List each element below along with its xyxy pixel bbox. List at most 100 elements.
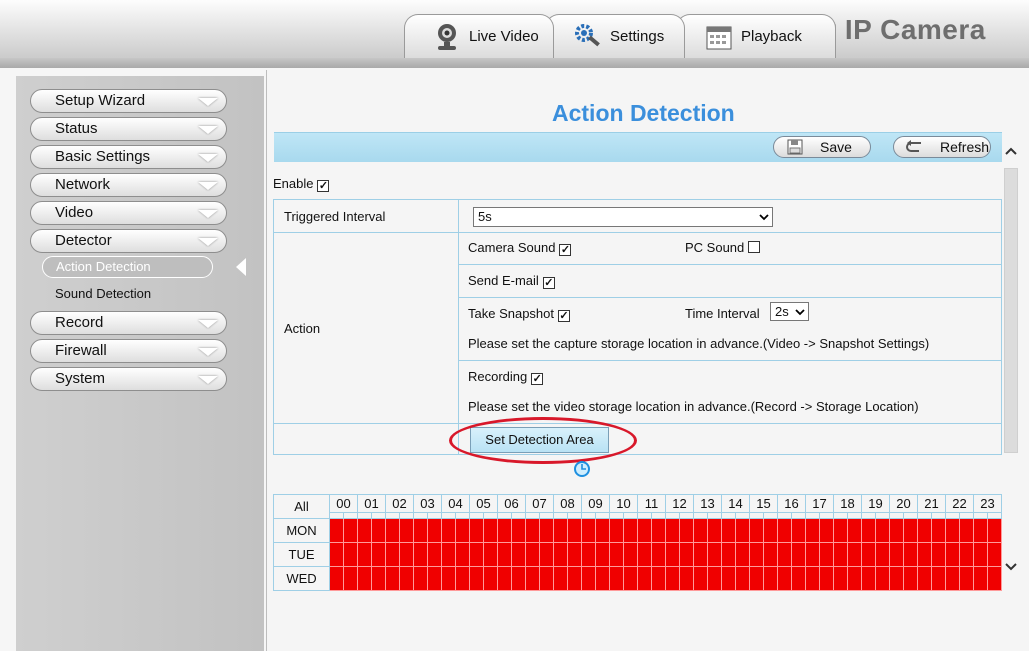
schedule-hour-header[interactable]: 13 xyxy=(693,494,722,513)
schedule-cell[interactable] xyxy=(903,566,918,591)
schedule-cell[interactable] xyxy=(707,518,722,543)
schedule-cell[interactable] xyxy=(777,518,792,543)
schedule-cell[interactable] xyxy=(889,518,904,543)
schedule-cell[interactable] xyxy=(413,566,428,591)
schedule-cell[interactable] xyxy=(665,518,680,543)
sidebar-item-video[interactable]: Video xyxy=(30,201,227,225)
schedule-cell[interactable] xyxy=(721,566,736,591)
tab-settings[interactable]: Settings xyxy=(545,14,685,58)
schedule-cell[interactable] xyxy=(651,566,666,591)
schedule-cell[interactable] xyxy=(973,566,988,591)
schedule-hour-header[interactable]: 11 xyxy=(637,494,666,513)
schedule-cell[interactable] xyxy=(497,518,512,543)
schedule-cell[interactable] xyxy=(329,566,344,591)
schedule-cell[interactable] xyxy=(987,566,1002,591)
schedule-cell[interactable] xyxy=(455,518,470,543)
schedule-cell[interactable] xyxy=(665,542,680,567)
schedule-cell[interactable] xyxy=(805,566,820,591)
schedule-cell[interactable] xyxy=(651,518,666,543)
schedule-cell[interactable] xyxy=(945,518,960,543)
tab-live-video[interactable]: Live Video xyxy=(404,14,554,58)
schedule-cell[interactable] xyxy=(469,518,484,543)
schedule-cell[interactable] xyxy=(581,518,596,543)
schedule-cell[interactable] xyxy=(595,518,610,543)
schedule-cell[interactable] xyxy=(385,566,400,591)
sidebar-item-network[interactable]: Network xyxy=(30,173,227,197)
schedule-cell[interactable] xyxy=(343,542,358,567)
schedule-cell[interactable] xyxy=(679,566,694,591)
schedule-cell[interactable] xyxy=(497,542,512,567)
schedule-cell[interactable] xyxy=(441,518,456,543)
schedule-cell[interactable] xyxy=(847,542,862,567)
schedule-cell[interactable] xyxy=(525,542,540,567)
scrollbar[interactable] xyxy=(1003,134,1019,588)
schedule-cell[interactable] xyxy=(693,566,708,591)
schedule-cell[interactable] xyxy=(581,566,596,591)
schedule-day-label[interactable]: MON xyxy=(273,518,330,543)
enable-checkbox[interactable]: ✓ xyxy=(317,180,330,192)
send-email-checkbox[interactable]: ✓ xyxy=(542,277,555,289)
schedule-cell[interactable] xyxy=(553,542,568,567)
sidebar-item-status[interactable]: Status xyxy=(30,117,227,141)
schedule-cell[interactable] xyxy=(609,566,624,591)
save-button[interactable]: Save xyxy=(773,136,871,158)
schedule-cell[interactable] xyxy=(819,518,834,543)
schedule-cell[interactable] xyxy=(805,518,820,543)
schedule-cell[interactable] xyxy=(385,542,400,567)
schedule-hour-header[interactable]: 21 xyxy=(917,494,946,513)
schedule-hour-header[interactable]: 02 xyxy=(385,494,414,513)
schedule-cell[interactable] xyxy=(721,542,736,567)
schedule-hour-header[interactable]: 04 xyxy=(441,494,470,513)
schedule-cell[interactable] xyxy=(595,566,610,591)
take-snapshot-checkbox[interactable]: ✓ xyxy=(558,310,571,322)
schedule-hour-header[interactable]: 09 xyxy=(581,494,610,513)
schedule-cell[interactable] xyxy=(763,566,778,591)
schedule-cell[interactable] xyxy=(987,518,1002,543)
schedule-cell[interactable] xyxy=(749,542,764,567)
schedule-cell[interactable] xyxy=(539,518,554,543)
schedule-cell[interactable] xyxy=(567,542,582,567)
schedule-cell[interactable] xyxy=(749,566,764,591)
pc-sound-checkbox[interactable] xyxy=(748,241,761,253)
schedule-cell[interactable] xyxy=(623,518,638,543)
schedule-cell[interactable] xyxy=(567,566,582,591)
schedule-cell[interactable] xyxy=(763,542,778,567)
schedule-cell[interactable] xyxy=(777,542,792,567)
schedule-cell[interactable] xyxy=(385,518,400,543)
schedule-cell[interactable] xyxy=(693,542,708,567)
schedule-cell[interactable] xyxy=(567,518,582,543)
schedule-cell[interactable] xyxy=(791,566,806,591)
schedule-cell[interactable] xyxy=(637,518,652,543)
schedule-hour-header[interactable]: 23 xyxy=(973,494,1002,513)
schedule-cell[interactable] xyxy=(413,542,428,567)
schedule-hour-header[interactable]: 20 xyxy=(889,494,918,513)
schedule-cell[interactable] xyxy=(819,566,834,591)
scroll-up-icon[interactable] xyxy=(1005,146,1017,156)
schedule-cell[interactable] xyxy=(343,566,358,591)
schedule-day-label[interactable]: TUE xyxy=(273,542,330,567)
schedule-cell[interactable] xyxy=(819,542,834,567)
schedule-hour-header[interactable]: 06 xyxy=(497,494,526,513)
schedule-cell[interactable] xyxy=(833,518,848,543)
schedule-cell[interactable] xyxy=(553,566,568,591)
schedule-cell[interactable] xyxy=(931,542,946,567)
schedule-cell[interactable] xyxy=(959,542,974,567)
schedule-cell[interactable] xyxy=(595,542,610,567)
schedule-cell[interactable] xyxy=(609,542,624,567)
scrollbar-thumb[interactable] xyxy=(1004,168,1018,453)
schedule-cell[interactable] xyxy=(931,518,946,543)
schedule-cell[interactable] xyxy=(637,566,652,591)
schedule-cell[interactable] xyxy=(959,518,974,543)
schedule-cell[interactable] xyxy=(329,542,344,567)
schedule-cell[interactable] xyxy=(455,566,470,591)
schedule-cell[interactable] xyxy=(581,542,596,567)
schedule-hour-header[interactable]: 03 xyxy=(413,494,442,513)
schedule-cell[interactable] xyxy=(539,566,554,591)
schedule-cell[interactable] xyxy=(469,566,484,591)
schedule-cell[interactable] xyxy=(749,518,764,543)
schedule-hour-header[interactable]: 12 xyxy=(665,494,694,513)
schedule-cell[interactable] xyxy=(735,566,750,591)
schedule-cell[interactable] xyxy=(861,566,876,591)
schedule-cell[interactable] xyxy=(371,518,386,543)
scroll-down-icon[interactable] xyxy=(1005,562,1017,572)
